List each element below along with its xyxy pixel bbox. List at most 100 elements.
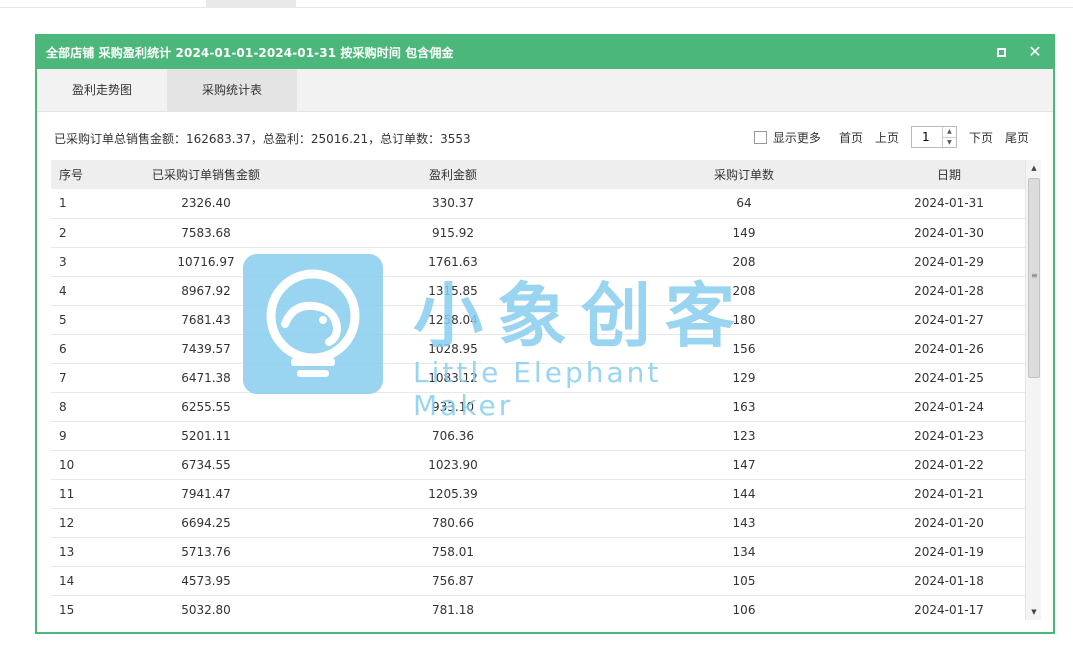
cell-sales-amount: 7681.43	[121, 305, 291, 335]
cell-order-count: 144	[615, 479, 873, 509]
cell-order-count: 163	[615, 392, 873, 422]
cell-profit-amount: 1761.63	[291, 247, 615, 277]
cell-date: 2024-01-27	[873, 305, 1025, 335]
cell-sales-amount: 5032.80	[121, 595, 291, 620]
tab-bar: 盈利走势图 采购统计表	[37, 69, 1053, 112]
statistics-table-container: 序号 已采购订单销售金额 盈利金额 采购订单数 日期 1 2326.40 330.3…	[51, 160, 1025, 620]
table-row[interactable]: 14 4573.95 756.87 105 2024-01-18	[51, 566, 1025, 596]
cell-sales-amount: 2326.40	[121, 189, 291, 219]
scroll-up-icon[interactable]: ▲	[1026, 160, 1042, 176]
table-row[interactable]: 11 7941.47 1205.39 144 2024-01-21	[51, 479, 1025, 509]
cell-date: 2024-01-30	[873, 218, 1025, 248]
cell-profit-amount: 781.18	[291, 595, 615, 620]
scroll-down-icon[interactable]: ▼	[1026, 604, 1042, 620]
cell-profit-amount: 758.01	[291, 537, 615, 567]
header-sales-amount[interactable]: 已采购订单销售金额	[121, 160, 291, 189]
cell-date: 2024-01-29	[873, 247, 1025, 277]
table-row[interactable]: 6 7439.57 1028.95 156 2024-01-26	[51, 334, 1025, 364]
page-number-input[interactable]	[911, 127, 942, 147]
prev-page-link[interactable]: 上页	[875, 129, 899, 146]
purchase-profit-dialog: 全部店铺 采购盈利统计 2024-01-01-2024-01-31 按采购时间 …	[35, 34, 1055, 634]
header-order-count[interactable]: 采购订单数	[615, 160, 873, 189]
table-row[interactable]: 9 5201.11 706.36 123 2024-01-23	[51, 421, 1025, 451]
cell-sales-amount: 6694.25	[121, 508, 291, 538]
first-page-link[interactable]: 首页	[839, 129, 863, 146]
page-number-stepper: ▲ ▼	[910, 126, 957, 148]
table-row[interactable]: 7 6471.38 1083.12 129 2024-01-25	[51, 363, 1025, 393]
cell-index: 2	[51, 218, 121, 248]
cell-date: 2024-01-23	[873, 421, 1025, 451]
cell-date: 2024-01-21	[873, 479, 1025, 509]
cell-profit-amount: 706.36	[291, 421, 615, 451]
cell-sales-amount: 7583.68	[121, 218, 291, 248]
cell-profit-amount: 756.87	[291, 566, 615, 596]
header-index[interactable]: 序号	[51, 160, 121, 189]
cell-index: 15	[51, 595, 121, 620]
cell-date: 2024-01-18	[873, 566, 1025, 596]
spin-up-icon[interactable]: ▲	[943, 127, 956, 137]
cell-sales-amount: 5713.76	[121, 537, 291, 567]
cell-index: 11	[51, 479, 121, 509]
cell-order-count: 149	[615, 218, 873, 248]
cell-sales-amount: 7439.57	[121, 334, 291, 364]
cell-date: 2024-01-22	[873, 450, 1025, 480]
cell-index: 4	[51, 276, 121, 306]
tab-purchase-statistics-table[interactable]: 采购统计表	[167, 69, 297, 112]
header-profit-amount[interactable]: 盈利金额	[291, 160, 615, 189]
cell-order-count: 106	[615, 595, 873, 620]
cell-order-count: 134	[615, 537, 873, 567]
cell-index: 1	[51, 189, 121, 219]
cell-order-count: 208	[615, 247, 873, 277]
background-tab[interactable]	[206, 0, 296, 8]
table-row[interactable]: 15 5032.80 781.18 106 2024-01-17	[51, 595, 1025, 620]
summary-totals: 已采购订单总销售金额：162683.37，总盈利：25016.21，总订单数：3…	[54, 132, 471, 146]
header-date[interactable]: 日期	[873, 160, 1025, 189]
last-page-link[interactable]: 尾页	[1005, 129, 1029, 146]
close-icon[interactable]: ✕	[1027, 44, 1043, 60]
cell-sales-amount: 5201.11	[121, 421, 291, 451]
table-row[interactable]: 1 2326.40 330.37 64 2024-01-31	[51, 189, 1025, 219]
cell-index: 7	[51, 363, 121, 393]
cell-order-count: 123	[615, 421, 873, 451]
cell-date: 2024-01-31	[873, 189, 1025, 219]
table-row[interactable]: 5 7681.43 1258.04 180 2024-01-27	[51, 305, 1025, 335]
cell-order-count: 147	[615, 450, 873, 480]
cell-date: 2024-01-20	[873, 508, 1025, 538]
cell-order-count: 105	[615, 566, 873, 596]
show-more-label[interactable]: 显示更多	[773, 129, 821, 146]
summary-row: 已采购订单总销售金额：162683.37，总盈利：25016.21，总订单数：3…	[37, 124, 1053, 150]
table-scrollbar[interactable]: ▲ ≡ ▼	[1025, 160, 1041, 620]
dialog-title: 全部店铺 采购盈利统计 2024-01-01-2024-01-31 按采购时间 …	[46, 46, 454, 60]
page-spinner: ▲ ▼	[941, 127, 956, 148]
cell-order-count: 143	[615, 508, 873, 538]
cell-sales-amount: 6734.55	[121, 450, 291, 480]
dialog-header[interactable]: 全部店铺 采购盈利统计 2024-01-01-2024-01-31 按采购时间 …	[37, 36, 1053, 69]
cell-date: 2024-01-25	[873, 363, 1025, 393]
scroll-thumb[interactable]: ≡	[1028, 178, 1040, 378]
statistics-table: 序号 已采购订单销售金额 盈利金额 采购订单数 日期 1 2326.40 330.3…	[51, 160, 1025, 620]
table-row[interactable]: 2 7583.68 915.92 149 2024-01-30	[51, 218, 1025, 248]
spin-down-icon[interactable]: ▼	[942, 137, 956, 148]
maximize-icon[interactable]	[993, 44, 1009, 60]
table-row[interactable]: 13 5713.76 758.01 134 2024-01-19	[51, 537, 1025, 567]
cell-index: 8	[51, 392, 121, 422]
cell-profit-amount: 1028.95	[291, 334, 615, 364]
cell-index: 13	[51, 537, 121, 567]
table-row[interactable]: 8 6255.55 933.10 163 2024-01-24	[51, 392, 1025, 422]
cell-date: 2024-01-19	[873, 537, 1025, 567]
cell-profit-amount: 933.10	[291, 392, 615, 422]
show-more-checkbox[interactable]	[753, 130, 767, 144]
cell-index: 14	[51, 566, 121, 596]
next-page-link[interactable]: 下页	[969, 129, 993, 146]
table-row[interactable]: 4 8967.92 1315.85 208 2024-01-28	[51, 276, 1025, 306]
table-row[interactable]: 10 6734.55 1023.90 147 2024-01-22	[51, 450, 1025, 480]
table-row[interactable]: 12 6694.25 780.66 143 2024-01-20	[51, 508, 1025, 538]
table-body: 1 2326.40 330.37 64 2024-01-31 2 7583.68 915.92…	[51, 189, 1025, 620]
table-row[interactable]: 3 10716.97 1761.63 208 2024-01-29	[51, 247, 1025, 277]
cell-order-count: 129	[615, 363, 873, 393]
pager: 显示更多 首页 上页 ▲ ▼ 下页 尾页	[753, 124, 1029, 150]
cell-sales-amount: 6471.38	[121, 363, 291, 393]
cell-index: 9	[51, 421, 121, 451]
cell-order-count: 156	[615, 334, 873, 364]
tab-profit-trend-chart[interactable]: 盈利走势图	[37, 69, 167, 112]
